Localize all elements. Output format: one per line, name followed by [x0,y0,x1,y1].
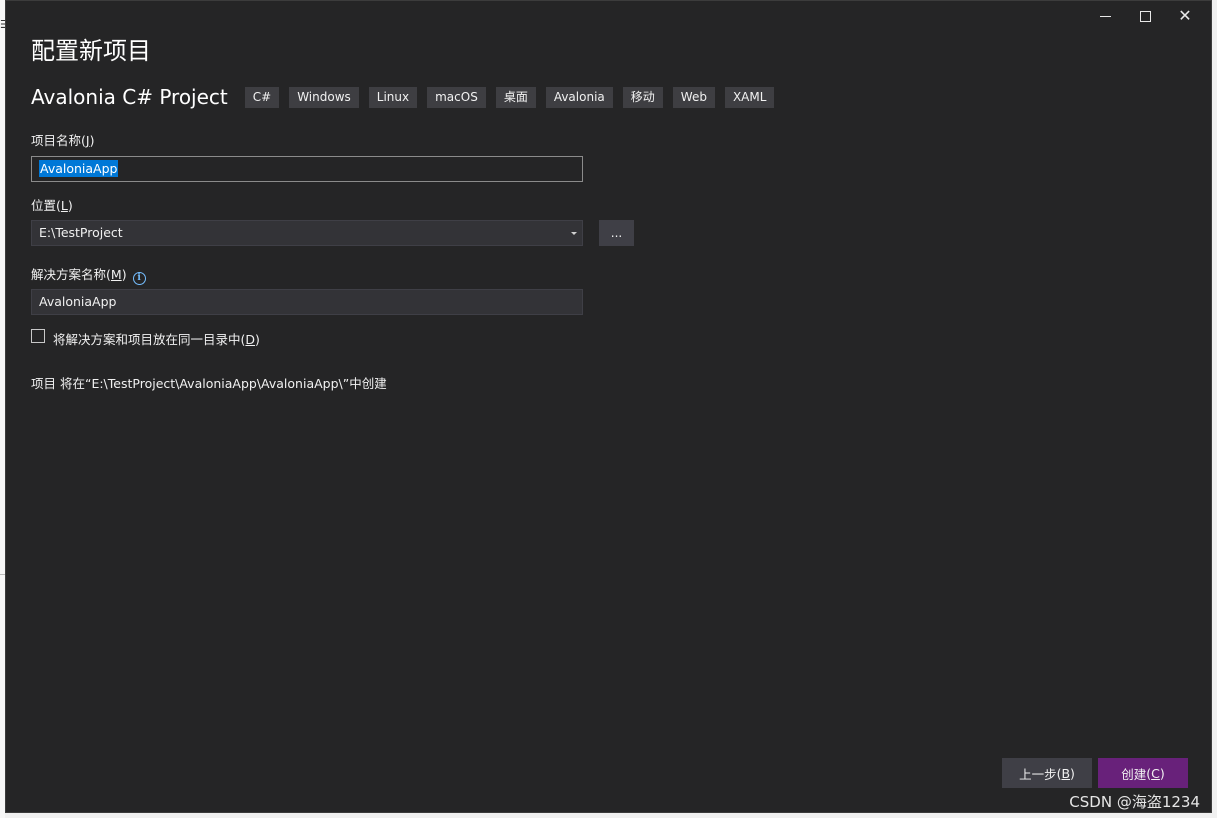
same-directory-label-text: 将解决方案和项目放在同一目录中 [53,332,241,347]
create-label: 创建 [1121,766,1147,782]
close-button[interactable]: ✕ [1165,5,1205,27]
maximize-icon [1139,10,1151,22]
tag-avalonia: Avalonia [545,86,613,108]
tag-web: Web [672,86,715,108]
location-combobox[interactable]: E:\TestProject [31,220,583,246]
project-name-accel: J [85,133,90,148]
location-label: 位置(L) [31,198,73,213]
solution-name-label-text: 解决方案名称 [31,267,107,282]
project-path-info: 项目 将在“E:\TestProject\AvaloniaApp\Avaloni… [31,376,387,391]
create-button[interactable]: 创建(C) [1098,758,1188,788]
minimize-button[interactable] [1085,5,1125,27]
back-label: 上一步 [1019,766,1057,782]
browse-button[interactable]: ... [599,220,634,246]
maximize-button[interactable] [1125,5,1165,27]
configure-project-dialog: ✕ 配置新项目 Avalonia C# Project C# Windows L… [5,0,1212,813]
tag-desktop: 桌面 [495,86,536,108]
create-accel: C [1151,765,1160,781]
solution-name-input[interactable]: AvaloniaApp [31,289,583,315]
solution-name-value: AvaloniaApp [39,294,117,309]
solution-name-label: 解决方案名称(M) i [31,264,146,285]
project-name-input[interactable]: AvaloniaApp [31,156,583,182]
tag-csharp: C# [244,86,280,108]
same-directory-accel: D [245,332,256,347]
info-icon[interactable]: i [132,271,146,285]
project-name-label-text: 项目名称 [31,133,82,148]
minimize-icon [1099,16,1111,17]
tag-xaml: XAML [724,86,775,108]
project-name-value: AvaloniaApp [39,160,119,177]
location-value: E:\TestProject [39,225,123,240]
template-name: Avalonia C# Project [31,85,228,109]
tag-linux: Linux [368,86,418,108]
same-directory-label[interactable]: 将解决方案和项目放在同一目录中(D) [53,329,260,348]
window-controls: ✕ [1085,5,1205,27]
tag-windows: Windows [289,86,359,108]
close-icon: ✕ [1178,6,1192,25]
location-accel: L [60,198,68,213]
same-directory-checkbox[interactable] [31,329,45,343]
back-button[interactable]: 上一步(B) [1002,758,1092,788]
tag-mobile: 移动 [622,86,663,108]
tag-macos: macOS [427,86,486,108]
back-accel: B [1061,765,1071,781]
location-label-text: 位置 [31,198,57,213]
dropdown-arrow-icon[interactable] [571,232,577,235]
template-tags: C# Windows Linux macOS 桌面 Avalonia 移动 We… [244,86,775,108]
project-name-label: 项目名称(J) [31,133,95,148]
page-title: 配置新项目 [31,37,151,65]
watermark: CSDN @海盗1234 [1069,793,1200,811]
template-header: Avalonia C# Project C# Windows Linux mac… [31,85,775,109]
solution-name-accel: M [110,267,122,282]
browse-label: ... [610,226,623,240]
